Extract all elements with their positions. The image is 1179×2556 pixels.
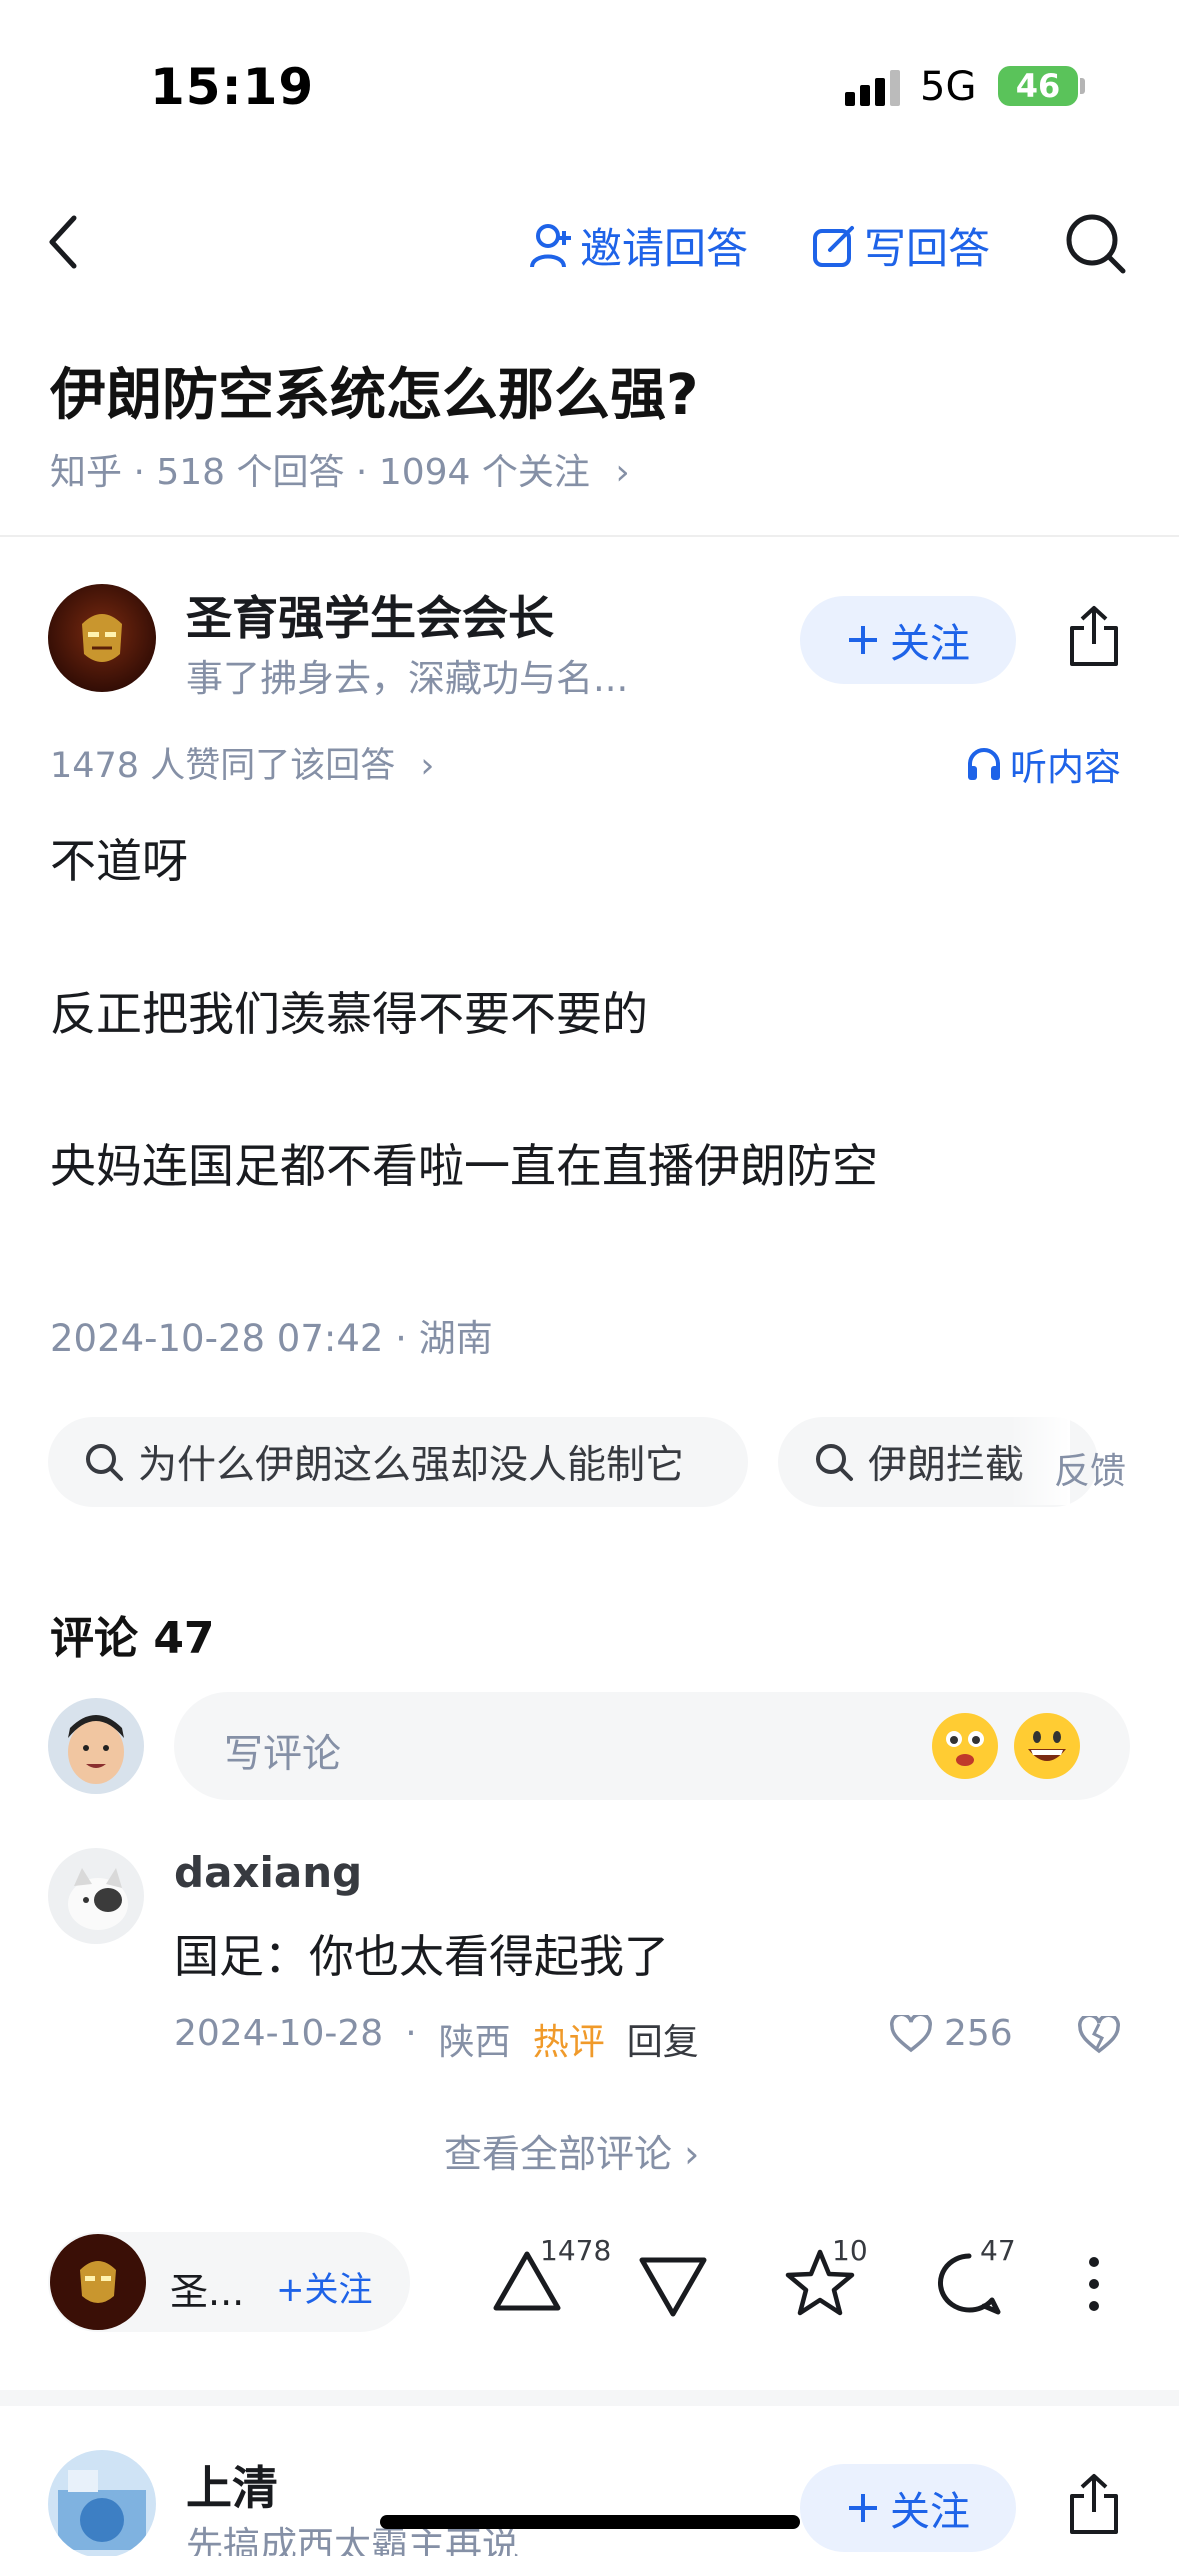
headphones-icon: [966, 746, 1002, 782]
search-icon: [1064, 212, 1128, 276]
comment-like-count: 256: [944, 2013, 1013, 2054]
question-title[interactable]: 伊朗防空系统怎么那么强?: [50, 350, 698, 431]
comment-placeholder: 写评论: [224, 1732, 342, 1777]
invite-answer-label: 邀请回答: [580, 224, 749, 273]
listen-button[interactable]: 听内容: [966, 737, 1121, 791]
downvote-triangle-icon: [638, 2254, 708, 2320]
search-icon: [814, 1442, 854, 1482]
feedback-button[interactable]: 反馈: [1054, 1442, 1126, 1494]
smile-emoji-icon[interactable]: [1014, 1713, 1080, 1779]
follow-label: 关注: [890, 621, 970, 667]
person-add-icon: [530, 223, 572, 269]
pill-follow-button[interactable]: +关注: [276, 2262, 373, 2311]
comment-location: 陕西: [438, 2022, 511, 2063]
follow-button[interactable]: 关注: [800, 596, 1016, 684]
related-search-chip[interactable]: 为什么伊朗这么强却没人能制它: [48, 1417, 748, 1507]
status-time: 15:19: [150, 58, 315, 116]
dislike-heart-button[interactable]: [1078, 2016, 1120, 2054]
divider: [0, 535, 1179, 537]
heart-icon: [890, 2014, 932, 2053]
answer-paragraph: 不道呀: [50, 834, 188, 888]
signal-icon: [845, 70, 905, 106]
pill-author-name: 圣...: [170, 2270, 245, 2314]
plus-icon: [846, 623, 880, 657]
related-search-text: 伊朗拦截: [868, 1443, 1025, 1488]
comment-meta: 2024-10-28 · 陕西 热评 回复: [174, 2013, 699, 2065]
search-button[interactable]: [1064, 212, 1128, 276]
author-name[interactable]: 圣育强学生会会长: [186, 582, 554, 648]
meta-dot: ·: [405, 2013, 417, 2054]
downvote-button[interactable]: [638, 2254, 708, 2320]
author-avatar[interactable]: [48, 584, 156, 692]
comments-title: 评论 47: [50, 1613, 215, 1664]
share-icon: [1066, 2472, 1122, 2536]
edit-icon: [812, 224, 856, 268]
next-share-button[interactable]: [1066, 2472, 1122, 2536]
battery-cap: [1080, 78, 1085, 94]
agree-text: 1478 人赞同了该回答: [50, 746, 396, 786]
chevron-right-icon: ›: [615, 452, 630, 493]
question-meta-text: 知乎 · 518 个回答 · 1094 个关注: [50, 452, 590, 493]
comment-count: 47: [980, 2234, 1016, 2267]
answer-date: 2024-10-28 07:42 · 湖南: [50, 1317, 493, 1360]
drooling-emoji-icon[interactable]: [932, 1713, 998, 1779]
network-type: 5G: [920, 64, 977, 110]
author-bio: 事了拂身去，深藏功与名...: [186, 657, 629, 700]
commenter-name[interactable]: daxiang: [174, 1848, 362, 1897]
next-follow-button[interactable]: 关注: [800, 2464, 1016, 2552]
question-meta[interactable]: 知乎 · 518 个回答 · 1094 个关注 ›: [50, 443, 630, 495]
upvote-count: 1478: [540, 2234, 612, 2267]
share-icon: [1066, 604, 1122, 668]
next-author-avatar[interactable]: [48, 2450, 156, 2556]
back-button[interactable]: [46, 212, 82, 272]
author-avatar-small[interactable]: [50, 2234, 146, 2330]
hot-comment-badge: 热评: [532, 2022, 605, 2063]
write-answer-button[interactable]: 写回答: [812, 215, 990, 276]
section-separator: [0, 2390, 1179, 2406]
share-button[interactable]: [1066, 604, 1122, 668]
battery-indicator: 46: [998, 66, 1078, 106]
more-button[interactable]: [1086, 2256, 1102, 2312]
write-answer-label: 写回答: [864, 224, 991, 273]
search-icon: [84, 1442, 124, 1482]
home-indicator[interactable]: [380, 2515, 800, 2529]
plus-icon: [846, 2491, 880, 2525]
invite-answer-button[interactable]: 邀请回答: [530, 215, 748, 276]
comment-like-button[interactable]: 256: [890, 2013, 1013, 2054]
commenter-avatar[interactable]: [48, 1848, 144, 1944]
next-author-name[interactable]: 上清: [186, 2452, 278, 2518]
agree-count[interactable]: 1478 人赞同了该回答 ›: [50, 737, 434, 788]
broken-heart-icon: [1078, 2016, 1120, 2054]
listen-label: 听内容: [1010, 746, 1121, 789]
follow-label: 关注: [890, 2489, 970, 2535]
answer-paragraph: 反正把我们羡慕得不要不要的: [50, 987, 648, 1041]
comment-text: 国足：你也太看得起我了: [174, 1930, 670, 1983]
answer-paragraph: 央妈连国足都不看啦一直在直播伊朗防空: [50, 1139, 878, 1193]
related-search-text: 为什么伊朗这么强却没人能制它: [138, 1443, 685, 1488]
chevron-right-icon: ›: [420, 746, 435, 786]
comment-date: 2024-10-28: [174, 2013, 384, 2054]
reply-button[interactable]: 回复: [627, 2013, 699, 2065]
view-all-comments[interactable]: 查看全部评论 ›: [444, 2123, 699, 2178]
more-vertical-icon: [1086, 2256, 1102, 2312]
my-avatar[interactable]: [48, 1698, 144, 1794]
favorite-count: 10: [832, 2234, 868, 2267]
